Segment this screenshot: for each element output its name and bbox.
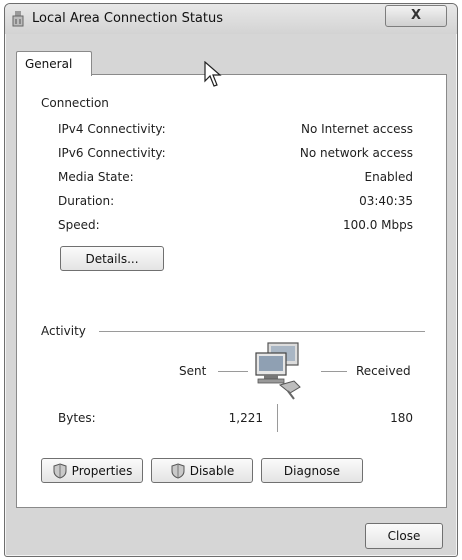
tab-general[interactable]: General — [16, 51, 92, 76]
uac-shield-icon — [171, 462, 185, 479]
activity-divider — [99, 331, 425, 332]
details-button-label: Details... — [85, 251, 139, 266]
disable-button[interactable]: Disable — [151, 458, 253, 483]
network-computers-icon — [255, 342, 301, 400]
duration-value: 03:40:35 — [359, 194, 413, 208]
sent-label: Sent — [179, 364, 207, 378]
network-adapter-icon — [12, 11, 24, 27]
ipv6-value: No network access — [299, 146, 413, 160]
media-state-label: Media State: — [58, 170, 134, 184]
bytes-divider — [277, 404, 278, 432]
disable-button-label: Disable — [189, 463, 235, 478]
ipv4-value: No Internet access — [300, 122, 413, 136]
diagnose-button[interactable]: Diagnose — [261, 458, 363, 483]
bytes-received-value: 180 — [390, 411, 413, 425]
close-icon: X — [410, 8, 422, 23]
title-bar: Local Area Connection Status X — [5, 4, 457, 34]
properties-button-label: Properties — [71, 463, 133, 478]
media-state-value: Enabled — [364, 170, 414, 184]
sent-line — [218, 371, 248, 372]
details-button[interactable]: Details... — [60, 246, 164, 271]
properties-button[interactable]: Properties — [41, 458, 143, 483]
close-button[interactable]: Close — [365, 523, 443, 549]
speed-value: 100.0 Mbps — [342, 218, 413, 232]
ipv4-label: IPv4 Connectivity: — [58, 122, 166, 136]
tab-general-label: General — [25, 57, 73, 71]
speed-label: Speed: — [58, 218, 100, 232]
duration-label: Duration: — [58, 194, 115, 208]
mouse-cursor-icon — [204, 61, 222, 87]
bytes-sent-value: 1,221 — [228, 411, 263, 425]
ipv6-label: IPv6 Connectivity: — [58, 146, 166, 160]
diagnose-button-label: Diagnose — [283, 463, 341, 478]
connection-heading: Connection — [41, 96, 109, 110]
window-title: Local Area Connection Status — [32, 11, 223, 26]
close-button-label: Close — [387, 529, 421, 543]
general-panel — [16, 74, 447, 508]
uac-shield-icon — [53, 462, 67, 479]
received-line — [321, 371, 347, 372]
status-window: Local Area Connection Status X General C… — [4, 3, 458, 557]
activity-heading: Activity — [41, 324, 86, 338]
window-close-button[interactable]: X — [385, 5, 447, 27]
received-label: Received — [356, 364, 411, 378]
bytes-label: Bytes: — [58, 411, 96, 425]
